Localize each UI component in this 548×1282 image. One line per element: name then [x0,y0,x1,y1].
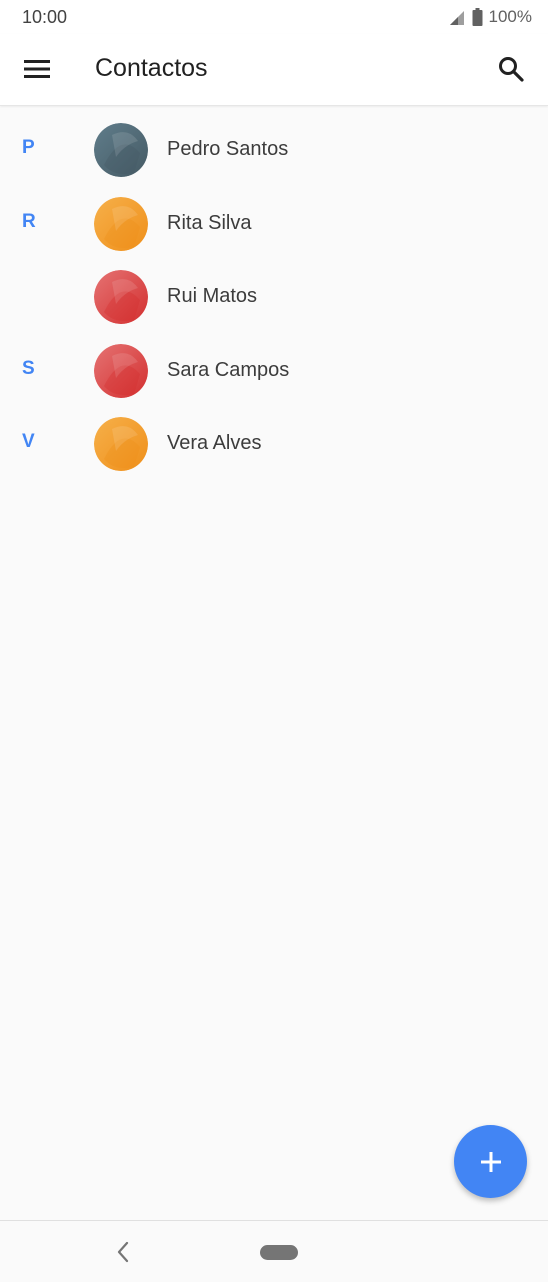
contact-name: Rita Silva [167,211,252,234]
add-contact-button[interactable] [454,1125,527,1198]
battery-percent: 100% [488,7,532,26]
plus-icon [480,1151,501,1172]
contact-list: P Pedro Santos R Rita Silva Rui Matos S Sara C… [0,113,548,481]
status-time: 10:00 [22,7,68,27]
contact-row[interactable]: S Sara Campos [0,334,548,408]
page-title: Contactos [95,54,208,82]
menu-icon [24,60,50,78]
back-chevron-icon [117,1241,129,1263]
signal-icon [449,11,464,25]
battery-icon [472,8,483,26]
contact-row[interactable]: V Vera Alves [0,407,548,481]
menu-button[interactable] [14,46,60,92]
section-letter: V [22,431,35,452]
search-icon [499,57,524,82]
contact-row[interactable]: R Rita Silva [0,187,548,261]
contact-name: Vera Alves [167,432,262,454]
contact-name: Sara Campos [167,358,290,381]
home-pill-icon[interactable] [260,1245,298,1260]
app-bar: Contactos [0,34,548,106]
back-button[interactable] [108,1235,138,1269]
avatar [94,196,148,251]
contact-name: Rui Matos [167,285,258,307]
contact-row[interactable]: P Pedro Santos [0,113,548,187]
section-letter: R [22,210,36,232]
avatar [94,270,148,324]
section-letter: S [22,357,35,379]
avatar [94,123,148,177]
section-letter: P [22,137,35,158]
contact-name: Pedro Santos [167,138,289,160]
navigation-bar [0,1220,548,1282]
status-icons: 100% [448,6,532,28]
contact-row[interactable]: Rui Matos [0,260,548,334]
status-bar: 10:00 100% [0,0,548,34]
avatar [94,417,148,471]
search-button[interactable] [488,46,534,92]
avatar [94,343,148,398]
